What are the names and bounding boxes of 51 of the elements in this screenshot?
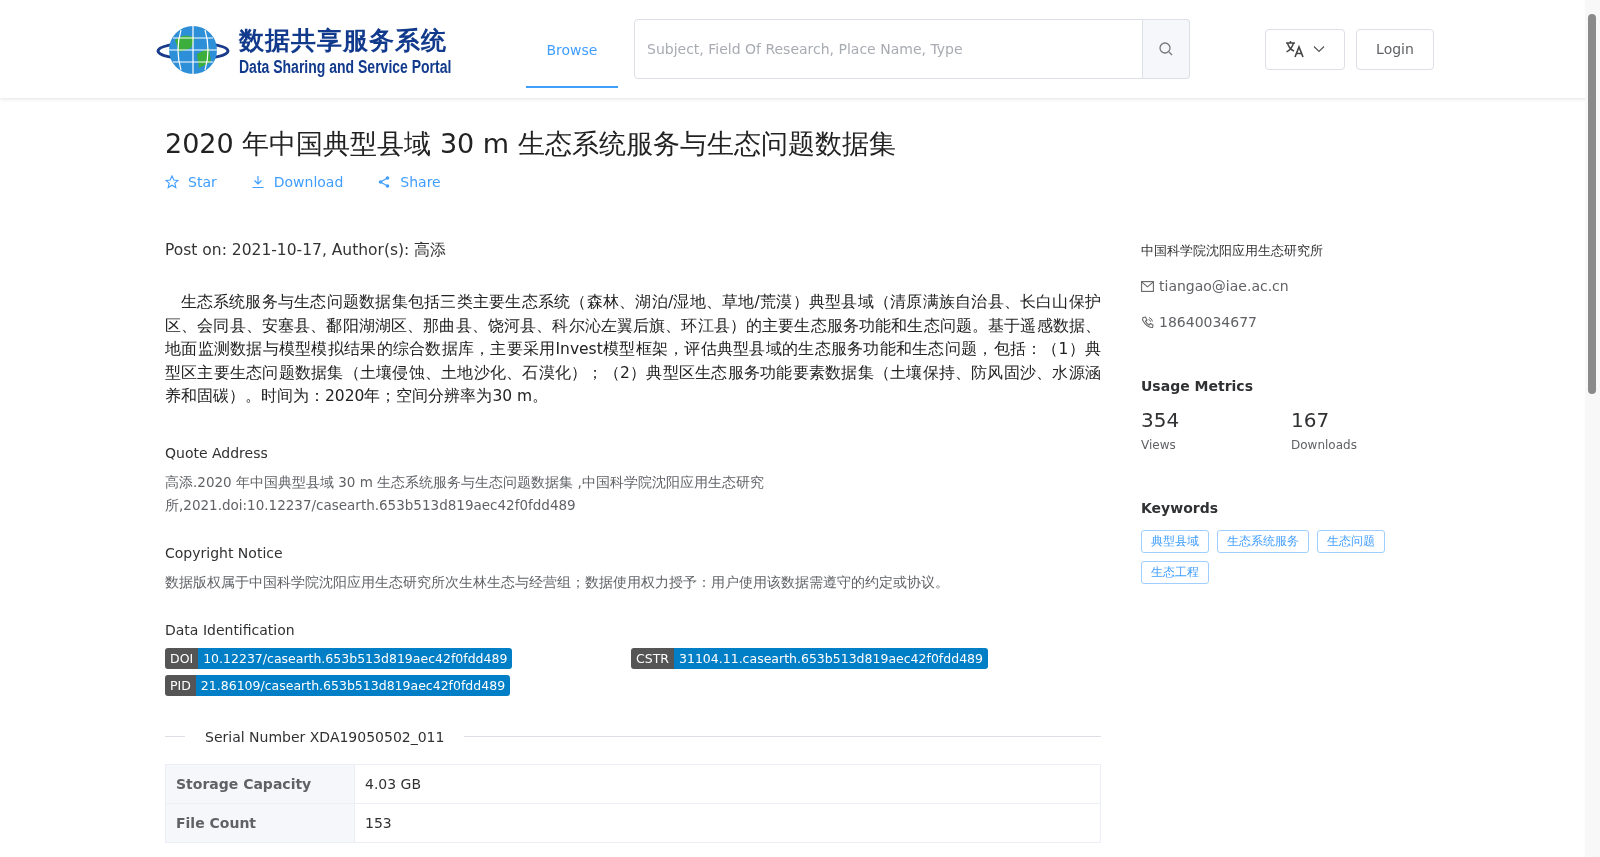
identifier-value: 31104.11.casearth.653b513d819aec42f0fdd489 [674, 647, 988, 669]
download-icon [250, 175, 265, 189]
search-icon [1159, 42, 1173, 56]
table-cell: 4.03 GB [354, 764, 1101, 804]
search-button[interactable] [1143, 19, 1190, 79]
caret-icon [1313, 45, 1325, 53]
metric-label: Downloads [1291, 438, 1358, 452]
section-heading: Usage Metrics [1141, 378, 1254, 394]
section-text: 数据版权属于中国科学院沈阳应用生态研究所次生林生态与经营组；数据使用权力授予：用户使用该数据需遵守的约定或协议。 [165, 572, 950, 592]
identifier-type: PID [165, 674, 196, 696]
section-heading: Keywords [1141, 500, 1220, 516]
section-heading: Quote Address [165, 444, 269, 461]
table-cell: Storage Capacity [165, 764, 355, 804]
table-cell: 153 [354, 803, 1101, 843]
phone-text: 18640034677 [1159, 314, 1257, 330]
logo-subtitle: Data Sharing and Service Portal [239, 56, 452, 77]
phone-icon [1141, 315, 1154, 329]
post-info: Post on: 2021-10-17, Author(s): 高添 [165, 240, 448, 261]
section-heading: Copyright Notice [165, 544, 284, 561]
nav-tab[interactable]: Browse [526, 12, 618, 88]
translate-icon [1285, 40, 1305, 58]
login-button[interactable]: Login [1356, 28, 1434, 70]
identifier-type: CSTR [631, 647, 674, 669]
metric-label: Views [1141, 438, 1177, 452]
dataset-title: 2020 年中国典型县域 30 m 生态系统服务与生态问题数据集 [165, 127, 897, 161]
action-link[interactable]: Star [165, 174, 217, 190]
organization-name: 中国科学院沈阳应用生态研究所 [1141, 242, 1324, 260]
serial-number: Serial Number XDA19050502_011 [204, 728, 446, 745]
keyword-tag[interactable]: 典型县域 [1141, 530, 1209, 553]
section-heading: Data Identification [165, 621, 296, 638]
keyword-tag[interactable]: 生态系统服务 [1217, 530, 1309, 553]
metric-value: 354 [1141, 408, 1181, 432]
star-icon [165, 175, 179, 189]
keyword-tag[interactable]: 生态问题 [1317, 530, 1385, 553]
identifier-value: 21.86109/casearth.653b513d819aec42f0fdd489 [195, 674, 511, 696]
metric-value: 167 [1291, 408, 1331, 432]
mail-icon [1141, 280, 1154, 292]
action-link[interactable]: Download [250, 174, 344, 190]
search-field[interactable]: Subject, Field Of Research, Place Name, Type [634, 19, 1143, 79]
keyword-tag[interactable]: 生态工程 [1141, 561, 1209, 584]
identifier-value: 10.12237/casearth.653b513d819aec42f0fdd489 [198, 647, 513, 669]
language-button[interactable] [1265, 28, 1345, 70]
action-link[interactable]: Share [377, 174, 441, 190]
logo-title: 数据共享服务系统 [239, 24, 448, 57]
share-icon [377, 175, 392, 189]
email-text: tiangao@iae.ac.cn [1159, 278, 1289, 294]
description: 生态系统服务与生态问题数据集包括三类主要生态系统（森林、湖泊/湿地、草地/荒漠）典型县域（清原满族自治县、长白山保护区、会同县、安塞县、鄱阳湖湖区、那曲县、饶河县、科尔沁左翼后旗、环江县）的主要生态服务功能和生态问题。基于遥感数据、地面监测数据与模型模拟结果的综合数据库，主要采用Invest模型框架，评估典型县域的生态服务功能和生态问题，包括：（1）典型区主要生态问题数据集（土壤侵蚀、土地沙化、石漠化）；（2）典型区生态服务功能要素数据集（土壤保持、防风固沙、水源涵养和固碳）。时间为：2020年；空间分辨率为30 m。 [165, 292, 1101, 408]
identifier-type: DOI [165, 647, 199, 669]
table-cell: File Count [165, 803, 355, 843]
scroll-thumb[interactable] [1588, 14, 1596, 394]
section-text: 高添.2020 年中国典型县域 30 m 生态系统服务与生态问题数据集 ,中国科学院沈阳应用生态研究所,2021.doi:10.12237/casearth.653b513d819aec42f0fdd489 [165, 472, 765, 515]
